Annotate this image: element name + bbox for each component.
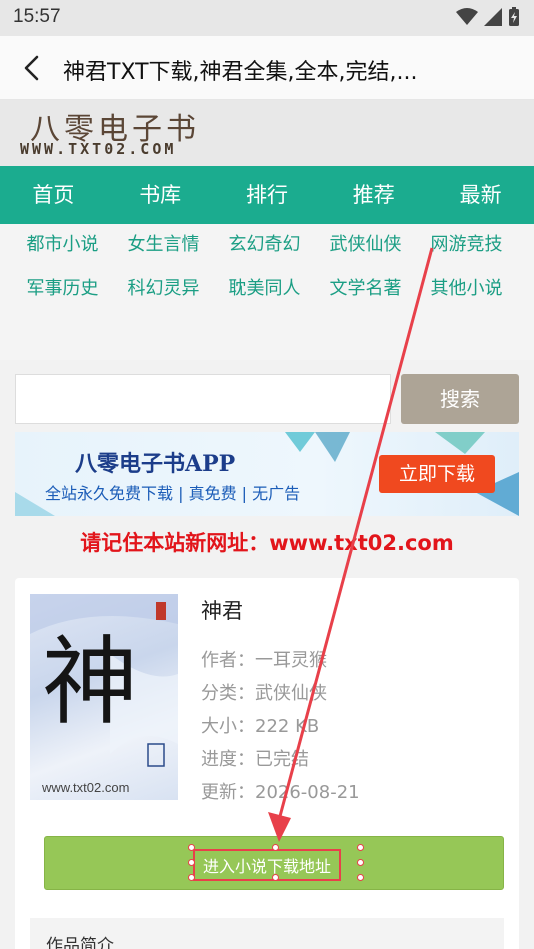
app-banner[interactable]: 八零电子书APP 全站永久免费下载 | 真免费 | 无广告 立即下载: [15, 432, 519, 516]
selection-handle: [272, 874, 279, 881]
book-updated: 更新：2026-08-21: [201, 782, 360, 803]
selection-handle: [188, 874, 195, 881]
book-cover[interactable]: 神 www.txt02.com: [30, 594, 178, 800]
book-card: 神 www.txt02.com 神君 作者：一耳灵猴 分类：武侠仙侠 大小：22…: [15, 578, 519, 949]
title-bar: 神君TXT下载,神君全集,全本,完结,...: [0, 36, 534, 100]
category-link-romance[interactable]: 女生言情: [113, 232, 214, 258]
cover-watermark: www.txt02.com: [42, 780, 130, 795]
category-link-military[interactable]: 军事历史: [12, 276, 113, 302]
cover-title-calligraphy: 神: [42, 626, 138, 738]
intro-section: 作品简介: [30, 918, 504, 949]
wifi-icon: [456, 8, 478, 25]
back-button[interactable]: [16, 52, 48, 84]
banner-subtitle: 全站永久免费下载 | 真免费 | 无广告: [45, 484, 301, 503]
nav-item-ranking[interactable]: 排行: [214, 166, 321, 224]
book-title: 神君: [201, 599, 243, 623]
category-link-gaming[interactable]: 网游竞技: [416, 232, 517, 258]
book-size: 大小：222 KB: [201, 716, 320, 737]
search-input[interactable]: [15, 374, 391, 424]
banner-download-button[interactable]: 立即下载: [379, 455, 495, 493]
status-time: 15:57: [13, 6, 61, 27]
selection-handle: [357, 859, 364, 866]
category-link-fanfic[interactable]: 耽美同人: [214, 276, 315, 302]
selection-handle: [357, 844, 364, 851]
main-nav: 首页 书库 排行 推荐 最新: [0, 166, 534, 224]
selection-handle: [188, 859, 195, 866]
site-logo-url[interactable]: WWW.TXT02.COM: [20, 140, 176, 158]
category-area: 都市小说 女生言情 玄幻奇幻 武侠仙侠 网游竞技 军事历史 科幻灵异 耽美同人 …: [0, 224, 534, 360]
book-info: 作者：一耳灵猴 分类：武侠仙侠 大小：222 KB 进度：已完结 更新：2026…: [201, 644, 360, 809]
chevron-left-icon: [24, 55, 39, 81]
book-progress: 进度：已完结: [201, 749, 309, 770]
category-grid: 都市小说 女生言情 玄幻奇幻 武侠仙侠 网游竞技 军事历史 科幻灵异 耽美同人 …: [12, 232, 517, 302]
selection-handle: [188, 844, 195, 851]
nav-item-library[interactable]: 书库: [107, 166, 214, 224]
selection-handle: [272, 844, 279, 851]
site-header: 八零电子书 WWW.TXT02.COM: [0, 100, 534, 166]
signal-icon: [484, 8, 502, 26]
download-button-label: 进入小说下载地址: [193, 849, 342, 881]
page-title: 神君TXT下载,神君全集,全本,完结,...: [63, 60, 418, 85]
selection-handle: [357, 874, 364, 881]
site-notice: 请记住本站新网址：www.txt02.com: [80, 531, 454, 555]
category-link-other[interactable]: 其他小说: [416, 276, 517, 302]
nav-item-home[interactable]: 首页: [0, 166, 107, 224]
book-category: 分类：武侠仙侠: [201, 683, 327, 704]
search-row: 搜索: [15, 374, 519, 424]
nav-item-latest[interactable]: 最新: [427, 166, 534, 224]
banner-title: 八零电子书APP: [75, 451, 236, 477]
category-link-wuxia[interactable]: 武侠仙侠: [315, 232, 416, 258]
search-button[interactable]: 搜索: [401, 374, 519, 424]
intro-title: 作品简介: [46, 936, 114, 949]
category-link-fantasy[interactable]: 玄幻奇幻: [214, 232, 315, 258]
download-button[interactable]: 进入小说下载地址: [44, 836, 504, 890]
status-bar: 15:57: [0, 0, 534, 36]
category-link-scifi[interactable]: 科幻灵异: [113, 276, 214, 302]
status-icons: [456, 7, 520, 27]
category-link-classics[interactable]: 文学名著: [315, 276, 416, 302]
book-author: 作者：一耳灵猴: [201, 650, 327, 671]
nav-item-recommend[interactable]: 推荐: [320, 166, 427, 224]
battery-icon: [509, 7, 519, 26]
category-link-urban[interactable]: 都市小说: [12, 232, 113, 258]
